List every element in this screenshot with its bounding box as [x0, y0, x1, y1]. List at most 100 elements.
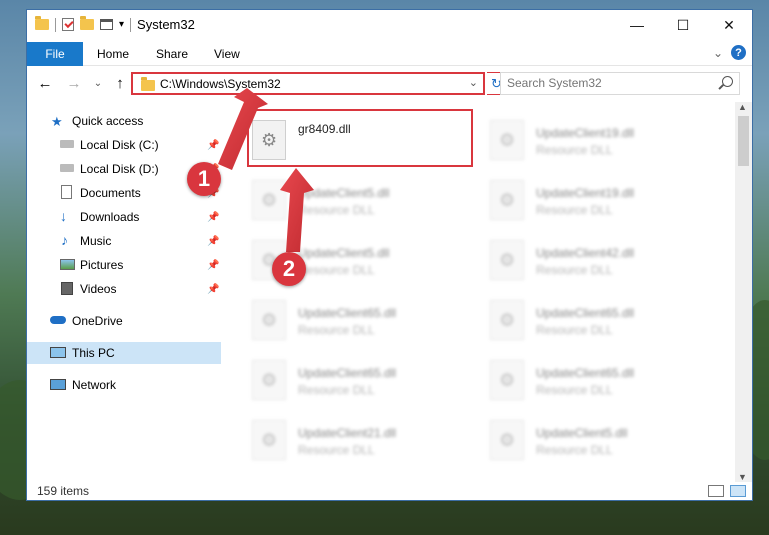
maximize-button[interactable]: ☐	[660, 10, 706, 40]
step-2-badge: 2	[272, 252, 306, 286]
pin-icon[interactable]: 📌	[207, 236, 219, 247]
up-button[interactable]: ↑	[111, 74, 129, 92]
dll-file-icon	[252, 180, 286, 220]
file-type: Resource DLL	[298, 383, 375, 397]
folder-icon	[141, 77, 155, 91]
scrollbar-thumb[interactable]	[738, 116, 749, 166]
quick-access-toolbar: ▾ System32	[35, 16, 195, 32]
music-icon: ♪	[61, 232, 68, 248]
file-item[interactable]: UpdateClient65.dll Resource DLL	[486, 352, 716, 408]
sidebar-item-this-pc[interactable]: This PC	[27, 342, 221, 364]
pin-icon[interactable]: 📌	[207, 212, 219, 223]
file-type: Resource DLL	[298, 203, 375, 217]
tab-file[interactable]: File	[27, 42, 83, 66]
pin-icon[interactable]: 📌	[207, 140, 219, 151]
close-button[interactable]: ✕	[706, 10, 752, 40]
sidebar-item-local-disk-c[interactable]: Local Disk (C:) 📌	[27, 134, 221, 156]
drive-icon	[60, 140, 74, 148]
back-button[interactable]: ←	[36, 74, 54, 92]
pin-icon[interactable]: 📌	[207, 260, 219, 271]
ribbon-collapse-icon[interactable]: ⌄	[713, 46, 723, 60]
large-icons-view-icon[interactable]	[730, 485, 746, 497]
recent-locations-button[interactable]: ⌄	[89, 74, 107, 92]
customize-toolbar-icon[interactable]	[100, 19, 113, 30]
navigation-pane: ★ Quick access Local Disk (C:) 📌 Local D…	[27, 102, 221, 472]
address-dropdown-icon[interactable]: ⌄	[469, 76, 478, 89]
cloud-icon	[50, 316, 66, 324]
forward-button[interactable]: →	[65, 74, 83, 92]
sidebar-item-label: Music	[80, 234, 112, 248]
scroll-down-icon[interactable]: ▼	[738, 472, 747, 482]
file-name: UpdateClient19.dll	[536, 126, 635, 140]
help-icon[interactable]: ?	[731, 45, 746, 60]
sidebar-item-network[interactable]: Network	[27, 374, 221, 396]
tab-share[interactable]: Share	[156, 42, 188, 66]
file-type: Resource DLL	[536, 383, 613, 397]
file-item[interactable]: UpdateClient19.dll Resource DLL	[486, 172, 716, 228]
vertical-scrollbar[interactable]: ▲ ▼	[735, 102, 752, 482]
sidebar-item-music[interactable]: ♪ Music 📌	[27, 230, 221, 252]
file-item[interactable]: UpdateClient65.dll Resource DLL	[248, 292, 478, 348]
file-item[interactable]: UpdateClient5.dll Resource DLL	[248, 172, 478, 228]
search-box[interactable]	[500, 72, 740, 95]
status-bar: 159 items	[27, 482, 752, 500]
search-icon[interactable]	[722, 76, 733, 87]
file-name: UpdateClient65.dll	[298, 366, 397, 380]
pictures-icon	[60, 259, 75, 270]
qat-dropdown-icon[interactable]: ▾	[119, 19, 124, 30]
properties-check-icon[interactable]	[62, 18, 74, 31]
file-item[interactable]: UpdateClient65.dll Resource DLL	[486, 292, 716, 348]
address-bar[interactable]: C:\Windows\System32 ⌄	[131, 72, 485, 95]
file-name: UpdateClient65.dll	[536, 366, 635, 380]
sidebar-item-quick-access[interactable]: ★ Quick access	[27, 110, 221, 132]
star-icon: ★	[51, 114, 63, 129]
tab-home[interactable]: Home	[97, 42, 129, 66]
dll-file-icon	[490, 120, 524, 160]
file-item[interactable]: UpdateClient19.dll Resource DLL	[486, 112, 716, 168]
file-type: Resource DLL	[536, 203, 613, 217]
file-type: Resource DLL	[298, 263, 375, 277]
file-name: UpdateClient19.dll	[536, 186, 635, 200]
toolbar-divider	[130, 17, 132, 32]
sidebar-item-label: Pictures	[80, 258, 124, 272]
scroll-up-icon[interactable]: ▲	[738, 102, 747, 112]
new-folder-icon[interactable]	[80, 16, 94, 30]
file-type: Resource DLL	[536, 443, 613, 457]
sidebar-item-onedrive[interactable]: OneDrive	[27, 310, 221, 332]
file-name: UpdateClient42.dll	[536, 246, 635, 260]
details-view-icon[interactable]	[708, 485, 724, 497]
tab-view[interactable]: View	[214, 42, 240, 66]
search-input[interactable]	[507, 76, 707, 90]
dll-file-icon	[490, 360, 524, 400]
sidebar-item-label: Downloads	[80, 210, 140, 224]
dll-file-icon	[252, 420, 286, 460]
toolbar-divider	[55, 17, 56, 32]
file-explorer-window: ▾ System32 — ☐ ✕ File Home Share View ⌄ …	[26, 9, 753, 501]
file-name: UpdateClient5.dll	[298, 246, 390, 260]
dll-file-icon	[490, 300, 524, 340]
item-count: 159 items	[37, 484, 90, 498]
file-name: UpdateClient65.dll	[536, 306, 635, 320]
sidebar-item-downloads[interactable]: ↓ Downloads 📌	[27, 206, 221, 228]
file-highlight-box	[247, 109, 473, 167]
address-path[interactable]: C:\Windows\System32	[160, 77, 281, 91]
sidebar-item-videos[interactable]: Videos 📌	[27, 278, 221, 300]
sidebar-item-pictures[interactable]: Pictures 📌	[27, 254, 221, 276]
window-title: System32	[137, 17, 195, 32]
dll-file-icon	[490, 180, 524, 220]
sidebar-item-label: Quick access	[72, 114, 144, 128]
pin-icon[interactable]: 📌	[207, 284, 219, 295]
file-type: Resource DLL	[536, 263, 613, 277]
sidebar-item-label: OneDrive	[72, 314, 123, 328]
file-type: Resource DLL	[298, 323, 375, 337]
file-item[interactable]: UpdateClient42.dll Resource DLL	[486, 232, 716, 288]
file-item[interactable]: UpdateClient65.dll Resource DLL	[248, 352, 478, 408]
dll-file-icon	[252, 360, 286, 400]
window-controls: — ☐ ✕	[614, 10, 752, 40]
videos-icon	[61, 282, 73, 295]
minimize-button[interactable]: —	[614, 10, 660, 40]
file-name: UpdateClient5.dll	[536, 426, 628, 440]
computer-icon	[50, 347, 66, 358]
file-item[interactable]: UpdateClient21.dll Resource DLL	[248, 412, 478, 468]
file-item[interactable]: UpdateClient5.dll Resource DLL	[486, 412, 716, 468]
